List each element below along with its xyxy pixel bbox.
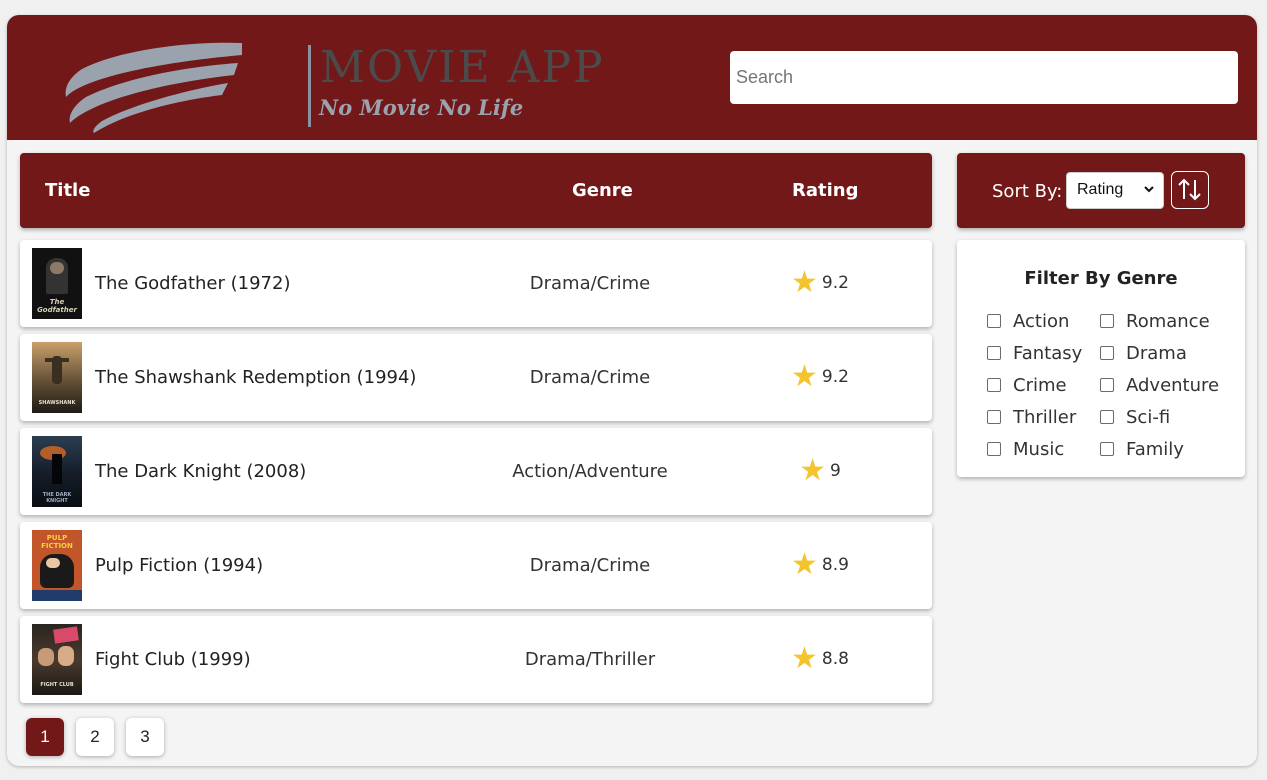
rating-value: 8.9 <box>821 555 849 575</box>
sort-arrows-icon <box>1178 178 1201 201</box>
checkbox[interactable] <box>1100 314 1114 328</box>
checkbox[interactable] <box>1100 378 1114 392</box>
checkbox[interactable] <box>1100 410 1114 424</box>
pulp-fiction-poster: PULP FICTION <box>32 530 82 601</box>
filter-title: Filter By Genre <box>1024 268 1178 289</box>
rating-value: 9.2 <box>821 273 849 293</box>
movie-title[interactable]: The Godfather (1972) <box>95 273 290 294</box>
checkbox[interactable] <box>987 410 1001 424</box>
movie-row[interactable]: FIGHT CLUB Fight Club (1999) Drama/Thril… <box>20 616 932 703</box>
checkbox-label: Action <box>1013 311 1070 332</box>
genre-filter-panel: Filter By Genre Action Romance Fantasy D… <box>957 240 1245 477</box>
checkbox[interactable] <box>1100 442 1114 456</box>
sort-selected-value: Rating <box>1077 181 1124 198</box>
movie-title[interactable]: The Shawshank Redemption (1994) <box>95 367 416 388</box>
shawshank-poster: SHAWSHANK <box>32 342 82 413</box>
checkbox[interactable] <box>987 346 1001 360</box>
movie-rating: ★ 8.9 <box>760 550 880 580</box>
column-header-genre[interactable]: Genre <box>572 180 633 201</box>
movie-genre: Action/Adventure <box>512 461 668 482</box>
movie-row[interactable]: PULP FICTION Pulp Fiction (1994) Drama/C… <box>20 522 932 609</box>
star-icon: ★ <box>791 265 818 300</box>
sort-label: Sort By: <box>992 181 1063 202</box>
column-header-title[interactable]: Title <box>45 180 90 201</box>
logo-title: MOVIE APP <box>320 42 605 93</box>
movie-row[interactable]: THE DARK KNIGHT The Dark Knight (2008) A… <box>20 428 932 515</box>
movie-genre: Drama/Crime <box>529 273 651 294</box>
header: MOVIE APP No Movie No Life <box>7 15 1257 140</box>
movie-title[interactable]: The Dark Knight (2008) <box>95 461 306 482</box>
chevron-down-icon <box>1144 186 1154 193</box>
checkbox[interactable] <box>987 442 1001 456</box>
sort-panel: Sort By: Rating <box>957 153 1245 228</box>
column-header-rating[interactable]: Rating <box>792 180 858 201</box>
checkbox-label: Romance <box>1126 311 1210 332</box>
movie-genre: Drama/Crime <box>529 367 651 388</box>
godfather-poster: The Godfather <box>32 248 82 319</box>
logo[interactable]: MOVIE APP No Movie No Life <box>62 37 603 137</box>
page-button-3[interactable]: 3 <box>126 718 164 756</box>
movie-title[interactable]: Pulp Fiction (1994) <box>95 555 263 576</box>
checkbox[interactable] <box>987 378 1001 392</box>
star-icon: ★ <box>799 453 827 488</box>
rating-value: 9.2 <box>821 367 849 387</box>
search-input[interactable] <box>730 51 1238 104</box>
checkbox-label: Drama <box>1126 343 1187 364</box>
star-icon: ★ <box>791 359 818 394</box>
movie-rating: ★ 8.8 <box>760 644 880 674</box>
checkbox[interactable] <box>987 314 1001 328</box>
sort-select[interactable]: Rating <box>1066 172 1164 209</box>
rating-value: 8.8 <box>821 649 849 669</box>
movie-rating: ★ 9.2 <box>760 268 880 298</box>
movie-rating: ★ 9.2 <box>760 362 880 392</box>
movie-app: MOVIE APP No Movie No Life Title Genre R… <box>7 15 1257 766</box>
checkbox[interactable] <box>1100 346 1114 360</box>
logo-tagline: No Movie No Life <box>319 95 524 120</box>
checkbox-label: Adventure <box>1126 375 1220 396</box>
page-button-2[interactable]: 2 <box>76 718 114 756</box>
rating-value: 9 <box>830 461 841 481</box>
movie-title[interactable]: Fight Club (1999) <box>95 649 251 670</box>
movie-row[interactable]: The Godfather The Godfather (1972) Drama… <box>20 240 932 327</box>
checkbox-label: Fantasy <box>1013 343 1083 364</box>
fight-club-poster: FIGHT CLUB <box>32 624 82 695</box>
checkbox-label: Sci-fi <box>1126 407 1171 428</box>
logo-divider <box>308 45 311 127</box>
checkbox-label: Music <box>1013 439 1065 460</box>
movie-row[interactable]: SHAWSHANK The Shawshank Redemption (1994… <box>20 334 932 421</box>
sort-order-button[interactable] <box>1171 171 1209 209</box>
movie-rating: ★ 9 <box>760 456 880 486</box>
star-icon: ★ <box>791 641 818 676</box>
dark-knight-poster: THE DARK KNIGHT <box>32 436 82 507</box>
movie-genre: Drama/Thriller <box>524 649 656 670</box>
checkbox-label: Thriller <box>1013 407 1077 428</box>
wing-logo-icon <box>65 42 242 133</box>
checkbox-label: Crime <box>1013 375 1067 396</box>
page-button-1[interactable]: 1 <box>26 718 64 756</box>
movie-genre: Drama/Crime <box>529 555 651 576</box>
star-icon: ★ <box>791 547 818 582</box>
checkbox-label: Family <box>1126 439 1184 460</box>
table-header: Title Genre Rating <box>20 153 932 228</box>
